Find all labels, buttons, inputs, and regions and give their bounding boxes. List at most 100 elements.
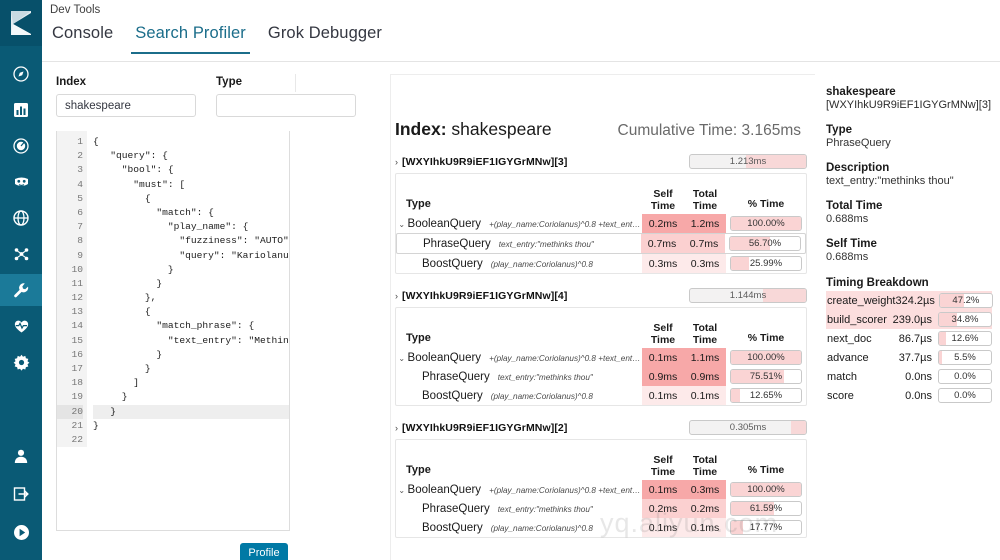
app-header: Dev Tools Console Search Profiler Grok D… [42, 0, 1000, 62]
sidebar-item-monitoring[interactable] [0, 310, 42, 342]
breakdown-pct-bar: 5.5% [938, 350, 992, 365]
editor-line[interactable]: } [93, 348, 289, 362]
sidebar-item-timelion[interactable] [0, 166, 42, 198]
editor-line[interactable]: } [93, 263, 289, 277]
shard-header[interactable]: › [WXYIhkU9R9iEF1IGYGrMNw][3] 1.213ms [395, 154, 807, 169]
breakdown-pct-bar: 0.0% [938, 388, 992, 403]
type-input[interactable] [216, 94, 356, 117]
query-pct-bar: 25.99% [730, 256, 802, 271]
chevron-down-icon[interactable]: ⌄ [396, 220, 408, 229]
breakdown-pct-bar: 12.6% [938, 331, 992, 346]
breakdown-pct-value: 34.8% [951, 314, 979, 325]
query-pct-cell: 61.59% [726, 501, 806, 516]
editor-line[interactable]: } [93, 277, 289, 291]
editor-code[interactable]: { "query": { "bool": { "must": [ { "matc… [87, 131, 289, 447]
query-row-name: BoostQuery (play_name:Coriolanus)^0.8 [396, 522, 642, 534]
shard-header[interactable]: › [WXYIhkU9R9iEF1IGYGrMNw][2] 0.305ms [395, 420, 807, 435]
query-self-time: 0.2ms [642, 499, 684, 518]
editor-line-number: 16 [71, 348, 83, 360]
editor-line[interactable]: "match_phrase": { [93, 319, 289, 333]
editor-line[interactable]: { [93, 305, 289, 319]
editor-line[interactable]: "fuzziness": "AUTO", [93, 234, 289, 248]
editor-line[interactable]: }, [93, 291, 289, 305]
sidebar-item-visualize[interactable] [0, 94, 42, 126]
chevron-down-icon[interactable]: ⌄ [396, 486, 408, 495]
shard-header[interactable]: › [WXYIhkU9R9iEF1IGYGrMNw][4] 1.144ms [395, 288, 807, 303]
editor-line[interactable]: } [93, 404, 289, 419]
editor-line[interactable]: { [93, 192, 289, 206]
index-control: Index [56, 76, 196, 117]
query-self-time: 0.2ms [642, 214, 684, 233]
detail-description-label: Description [826, 162, 890, 174]
query-row[interactable]: PhraseQuery text_entry:"methinks thou" 0.2… [396, 499, 806, 518]
kibana-dev-tools-window: Dev Tools Console Search Profiler Grok D… [0, 0, 1000, 560]
profiler-index-name: shakespeare [451, 119, 552, 139]
tab-search-profiler[interactable]: Search Profiler [131, 22, 250, 54]
tab-console[interactable]: Console [48, 22, 117, 54]
user-icon[interactable] [0, 440, 42, 472]
tab-grok-debugger[interactable]: Grok Debugger [264, 22, 386, 54]
query-editor[interactable]: 1 2 3 4 5 6 7 8 9 10 11 12 13 14 15 16 17 18 19 20 21 22 { "q… [56, 131, 290, 531]
editor-line-number: 20 [57, 404, 83, 419]
chevron-right-icon[interactable]: › [395, 423, 398, 433]
play-circle-icon[interactable] [0, 516, 42, 548]
query-self-time: 0.1ms [642, 386, 684, 405]
editor-line[interactable] [93, 433, 289, 447]
editor-line[interactable]: } [93, 419, 289, 433]
breakdown-key: advance [827, 351, 869, 364]
query-row-name: PhraseQuery text_entry:"methinks thou" [397, 238, 641, 250]
query-row[interactable]: BoostQuery (play_name:Coriolanus)^0.8 0.1m… [396, 386, 806, 405]
chevron-right-icon[interactable]: › [395, 291, 398, 301]
editor-line-number: 1 [77, 136, 83, 147]
query-total-time: 0.1ms [684, 386, 726, 405]
query-pct-bar: 61.59% [730, 501, 802, 516]
query-total-time: 0.9ms [684, 367, 726, 386]
query-row[interactable]: ⌄ BooleanQuery +(play_name:Coriolanus)^0.8… [396, 348, 806, 367]
editor-line-number: 6 [77, 206, 83, 218]
editor-line[interactable]: "bool": { [93, 163, 289, 177]
editor-line[interactable]: "match": { [93, 206, 289, 220]
sidebar-item-apm[interactable] [0, 202, 42, 234]
editor-line[interactable]: "text_entry": "Methinks [93, 334, 289, 348]
logout-icon[interactable] [0, 478, 42, 510]
breakdown-pct-value: 0.0% [954, 390, 976, 401]
sidebar-item-dashboard[interactable] [0, 130, 42, 162]
query-row[interactable]: BoostQuery (play_name:Coriolanus)^0.8 0.3m… [396, 254, 806, 273]
sidebar-item-dev-tools[interactable] [0, 274, 42, 306]
kibana-logo[interactable] [0, 0, 42, 46]
breakdown-value: 324.2µs [895, 294, 935, 307]
query-pct-value: 100.00% [747, 352, 785, 363]
query-row[interactable]: ⌄ BooleanQuery +(play_name:Coriolanus)^0.8… [396, 214, 806, 233]
editor-line[interactable]: "query": { [93, 149, 289, 163]
query-row[interactable]: PhraseQuery text_entry:"methinks thou" 0.7… [396, 233, 806, 254]
profile-button[interactable]: Profile [240, 543, 288, 560]
editor-line[interactable]: "play_name": { [93, 220, 289, 234]
editor-line-number: 22 [71, 433, 83, 445]
query-row[interactable]: ⌄ BooleanQuery +(play_name:Coriolanus)^0.8… [396, 480, 806, 499]
editor-line[interactable]: { [93, 135, 289, 149]
sidebar-item-discover[interactable] [0, 58, 42, 90]
editor-line[interactable]: "query": "Kariolanus" [93, 249, 289, 263]
shard-list: › [WXYIhkU9R9iEF1IGYGrMNw][3] 1.213ms Type S… [391, 154, 815, 538]
chevron-right-icon[interactable]: › [395, 157, 398, 167]
query-row[interactable]: BoostQuery (play_name:Coriolanus)^0.8 0.1m… [396, 518, 806, 537]
query-pct-cell: 56.70% [725, 236, 805, 251]
chevron-down-icon[interactable]: ⌄ [396, 354, 408, 363]
sidebar-item-machine-learning[interactable] [0, 238, 42, 270]
editor-line-number: 2 [77, 150, 83, 162]
editor-line[interactable]: "must": [ [93, 178, 289, 192]
table-header: Type Self Time Total Time % Time [396, 308, 806, 348]
breakdown-value: 37.7µs [898, 351, 932, 364]
editor-line[interactable]: } [93, 362, 289, 376]
query-pct-bar: 75.51% [730, 369, 802, 384]
sidebar-item-management[interactable] [0, 346, 42, 378]
editor-line[interactable]: ] [93, 376, 289, 390]
detail-self-time-section: Self Time 0.688ms [826, 238, 992, 263]
breakdown-key: score [827, 389, 854, 402]
query-type: BooleanQuery [407, 351, 482, 364]
breakdown-pct-bar: 0.0% [938, 369, 992, 384]
index-input[interactable] [56, 94, 196, 117]
query-row[interactable]: PhraseQuery text_entry:"methinks thou" 0.9… [396, 367, 806, 386]
editor-line[interactable]: } [93, 390, 289, 404]
shard-id: [WXYIhkU9R9iEF1IGYGrMNw][2] [402, 421, 568, 434]
